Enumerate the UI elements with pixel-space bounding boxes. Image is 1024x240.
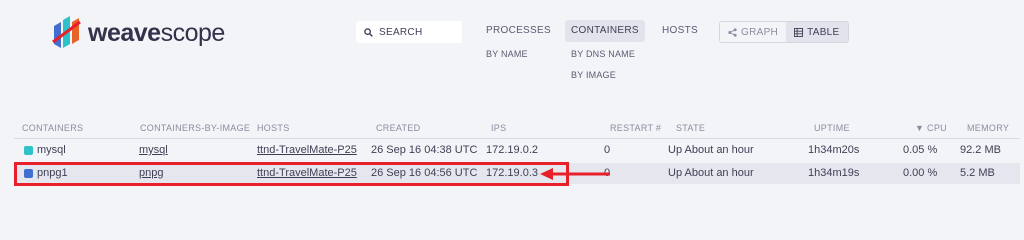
cell-memory: 5.2 MB bbox=[960, 167, 995, 179]
search-input[interactable]: SEARCH bbox=[356, 21, 462, 43]
cell-name[interactable]: mysql bbox=[37, 144, 66, 156]
cell-uptime: 1h34m20s bbox=[808, 144, 860, 156]
col-state[interactable]: STATE bbox=[676, 123, 705, 133]
cell-state: Up About an hour bbox=[668, 144, 754, 156]
col-hosts[interactable]: HOSTS bbox=[257, 123, 290, 133]
sort-desc-icon: ▼ bbox=[915, 123, 925, 133]
tab-hosts[interactable]: HOSTS bbox=[656, 20, 704, 42]
col-cpu[interactable]: ▼ CPU bbox=[915, 123, 947, 133]
cell-state: Up About an hour bbox=[668, 167, 754, 179]
cell-image-link[interactable]: mysql bbox=[139, 144, 168, 156]
table-view-button[interactable]: TABLE bbox=[786, 22, 848, 42]
brand-name: weavescope bbox=[88, 18, 225, 47]
topology-containers: CONTAINERS BY DNS NAME BY IMAGE bbox=[565, 20, 645, 80]
table-row[interactable]: mysql mysql ttnd-TravelMate-P25 26 Sep 1… bbox=[14, 140, 1020, 161]
table-icon bbox=[794, 27, 804, 37]
container-color-swatch bbox=[24, 146, 33, 155]
col-containers[interactable]: CONTAINERS bbox=[22, 123, 83, 133]
col-ips[interactable]: IPS bbox=[491, 123, 506, 133]
share-graph-icon bbox=[728, 27, 737, 37]
search-label: SEARCH bbox=[379, 26, 423, 38]
search-icon bbox=[364, 27, 373, 37]
cell-created: 26 Sep 16 04:38 UTC bbox=[371, 144, 478, 156]
topology-hosts: HOSTS bbox=[656, 20, 704, 42]
tab-processes[interactable]: PROCESSES bbox=[480, 20, 557, 42]
col-containers-by-image[interactable]: CONTAINERS-BY-IMAGE bbox=[140, 123, 250, 133]
topology-processes: PROCESSES BY NAME bbox=[480, 20, 557, 59]
cell-memory: 92.2 MB bbox=[960, 144, 1001, 156]
graph-view-label: GRAPH bbox=[741, 26, 779, 38]
cell-ip: 172.19.0.2 bbox=[486, 144, 538, 156]
col-memory[interactable]: MEMORY bbox=[967, 123, 1009, 133]
highlight-box-annotation bbox=[14, 162, 569, 186]
cell-host-link[interactable]: ttnd-TravelMate-P25 bbox=[257, 144, 360, 156]
view-mode-toggle: GRAPH TABLE bbox=[719, 21, 849, 43]
col-uptime[interactable]: UPTIME bbox=[814, 123, 850, 133]
cell-cpu: 0.00 % bbox=[903, 167, 938, 179]
cell-cpu: 0.05 % bbox=[903, 144, 938, 156]
sub-tab-containers-by-dns-name[interactable]: BY DNS NAME bbox=[565, 49, 645, 59]
col-restart[interactable]: RESTART # bbox=[610, 123, 661, 133]
table-header: CONTAINERS CONTAINERS-BY-IMAGE HOSTS CRE… bbox=[22, 123, 1009, 135]
weavescope-logo[interactable]: weavescope bbox=[52, 16, 225, 50]
graph-view-button[interactable]: GRAPH bbox=[720, 22, 787, 42]
arrow-annotation-icon bbox=[540, 168, 610, 180]
cell-uptime: 1h34m19s bbox=[808, 167, 860, 179]
table-view-label: TABLE bbox=[807, 26, 840, 38]
tab-containers[interactable]: CONTAINERS bbox=[565, 20, 645, 42]
sub-tab-containers-by-image[interactable]: BY IMAGE bbox=[565, 70, 645, 80]
header-divider bbox=[14, 138, 1020, 139]
cell-restart: 0 bbox=[604, 144, 611, 156]
sub-tab-processes-by-name[interactable]: BY NAME bbox=[480, 49, 557, 59]
weave-logo-icon bbox=[52, 16, 81, 48]
col-created[interactable]: CREATED bbox=[376, 123, 420, 133]
